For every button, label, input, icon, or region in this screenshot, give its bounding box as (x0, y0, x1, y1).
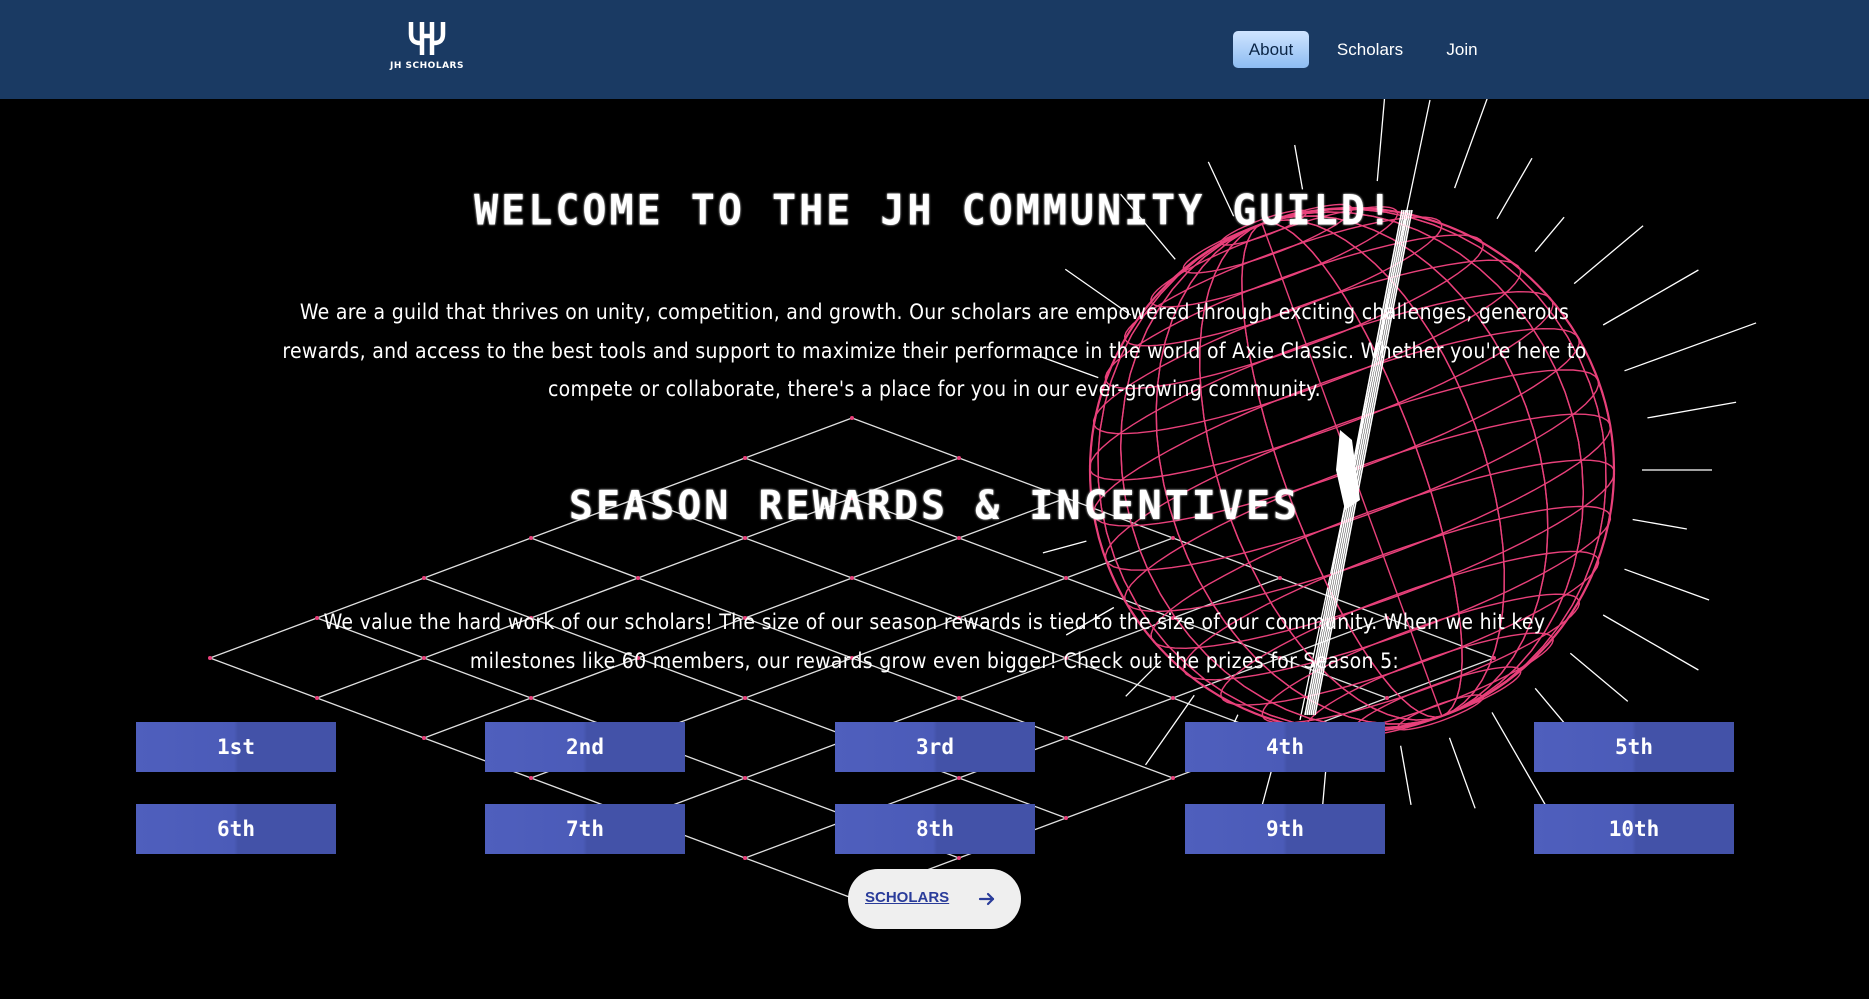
rewards-title: SEASON REWARDS & INCENTIVES (568, 483, 1301, 529)
jh-monogram-icon (408, 22, 446, 55)
prize-10th[interactable]: 10th (1534, 804, 1734, 854)
welcome-title: WELCOME TO THE JH COMMUNITY GUILD! (474, 186, 1395, 236)
logo[interactable]: JH SCHOLARS (390, 20, 464, 76)
nav-about[interactable]: About (1233, 31, 1309, 68)
prize-1st[interactable]: 1st (136, 722, 336, 772)
scholars-button[interactable]: SCHOLARS (848, 869, 1021, 929)
prize-7th[interactable]: 7th (485, 804, 685, 854)
prize-8th[interactable]: 8th (835, 804, 1035, 854)
prize-9th[interactable]: 9th (1185, 804, 1385, 854)
prize-6th[interactable]: 6th (136, 804, 336, 854)
prize-3rd[interactable]: 3rd (835, 722, 1035, 772)
nav-join[interactable]: Join (1435, 31, 1489, 68)
prize-5th[interactable]: 5th (1534, 722, 1734, 772)
prize-4th[interactable]: 4th (1185, 722, 1385, 772)
navbar: JH SCHOLARS About Scholars Join (0, 0, 1869, 99)
rewards-paragraph: We value the hard work of our scholars! … (323, 610, 1546, 673)
intro-paragraph: We are a guild that thrives on unity, co… (282, 300, 1587, 401)
scholars-button-label[interactable]: SCHOLARS (865, 889, 949, 906)
nav-scholars[interactable]: Scholars (1330, 31, 1410, 68)
logo-text: JH SCHOLARS (390, 61, 464, 71)
prize-2nd[interactable]: 2nd (485, 722, 685, 772)
arrow-right-icon (978, 892, 995, 906)
